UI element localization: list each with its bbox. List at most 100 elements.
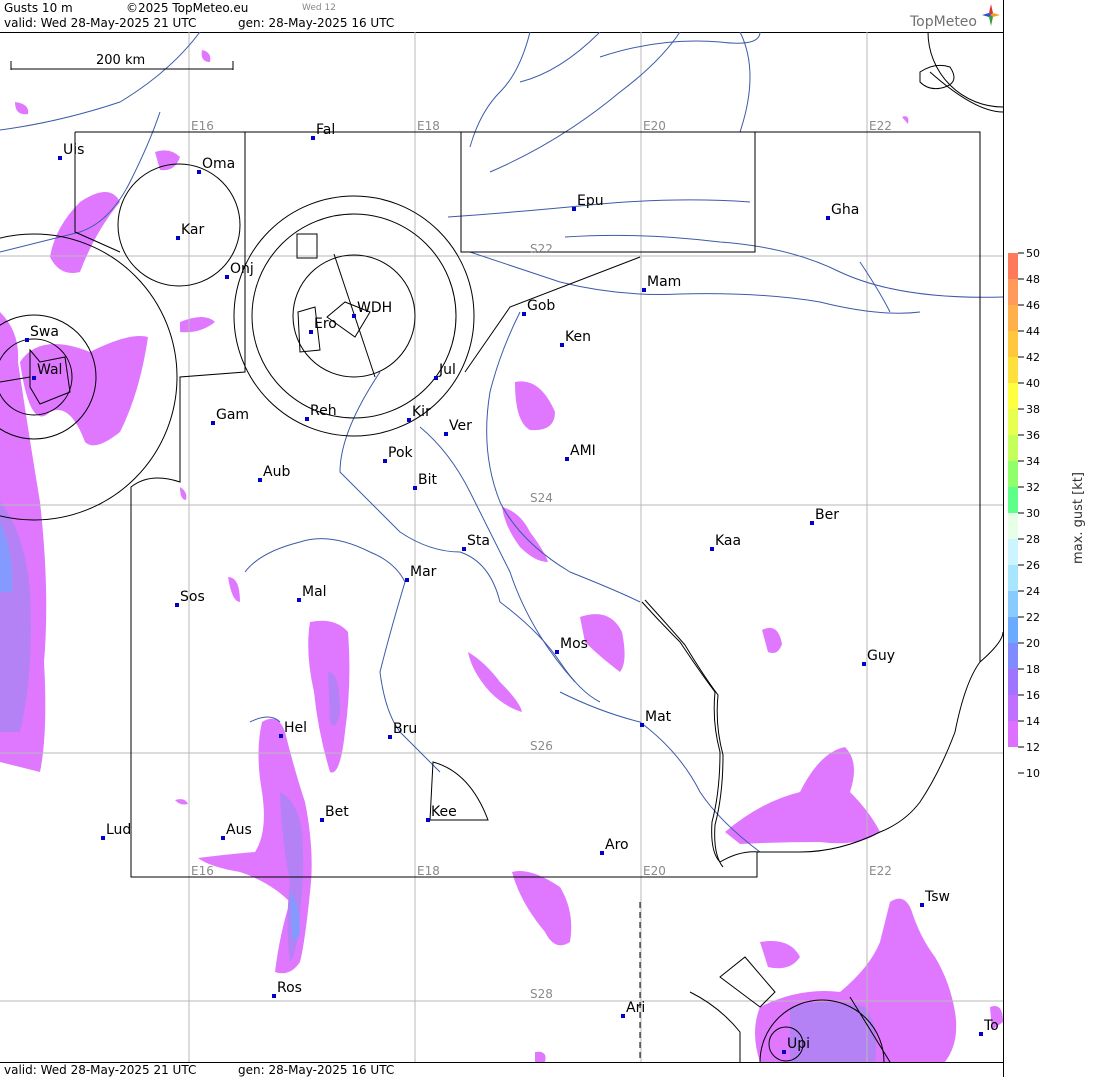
town-marker [462, 547, 466, 551]
town-label: Mar [410, 564, 437, 580]
lon-label-bottom: E20 [643, 864, 666, 878]
legend-tick-label: 14 [1026, 715, 1040, 728]
town-label: Lud [106, 822, 131, 838]
town-marker [320, 818, 324, 822]
town-label: Pok [388, 445, 414, 461]
legend-tick-label: 44 [1026, 325, 1040, 338]
town-label: Wal [37, 362, 62, 378]
copyright: ©2025 TopMeteo.eu [126, 1, 249, 15]
legend-panel: 50 48 46 44 42 40 38 36 34 32 30 28 26 24 22 20 18 16 14 12… [1003, 0, 1095, 1077]
town-label: Jul [438, 362, 456, 378]
town-marker [175, 603, 179, 607]
legend-tick-label: 42 [1026, 351, 1040, 364]
legend-swatch [1008, 669, 1018, 695]
lat-label: S26 [530, 739, 553, 753]
town-label: Mam [647, 274, 681, 290]
legend-tick-label: 26 [1026, 559, 1040, 572]
lat-lon-grid [0, 32, 1003, 1062]
town-marker [176, 236, 180, 240]
town-label: Aus [226, 822, 252, 838]
legend-tick-label: 22 [1026, 611, 1040, 624]
legend-swatch [1008, 513, 1018, 539]
footer-bar: valid: Wed 28-May-2025 21 UTC gen: 28-Ma… [0, 1062, 1003, 1078]
town-marker [413, 486, 417, 490]
town-marker [642, 288, 646, 292]
town-marker [279, 734, 283, 738]
legend-tick-label: 38 [1026, 403, 1040, 416]
town-label: WDH [357, 300, 392, 316]
legend-tick-label: 12 [1026, 741, 1040, 754]
legend-tick-label: 48 [1026, 273, 1040, 286]
forecast-map[interactable]: 200 km E16 E18 E20 E22 E16 E18 E20 E22 S22 S24 S26… [0, 32, 1003, 1062]
town-marker [407, 418, 411, 422]
scale-bar: 200 km [10, 53, 234, 70]
compass-star-icon [982, 4, 1000, 26]
town-marker [555, 650, 559, 654]
legend-swatch [1008, 435, 1018, 461]
town-marker [388, 735, 392, 739]
legend-swatch [1008, 617, 1018, 643]
legend-title: max. gust [kt] [1071, 472, 1086, 564]
town-marker [25, 338, 29, 342]
town-label: Guy [867, 648, 895, 664]
town-marker [862, 662, 866, 666]
town-label: Sta [467, 533, 490, 549]
lon-label-top: E20 [643, 119, 666, 133]
town-label: AMI [570, 443, 596, 459]
town-marker [101, 836, 105, 840]
place-markers: Uis Fal Oma Kar Onj Epu Gha Mam Gob WDH Ero Ken Swa W… [25, 122, 999, 1054]
town-marker [311, 136, 315, 140]
valid-time: valid: Wed 28-May-2025 21 UTC [4, 16, 197, 30]
legend-swatch [1008, 565, 1018, 591]
legend-tick-label: 24 [1026, 585, 1040, 598]
town-label: Bit [418, 472, 437, 488]
town-marker [305, 417, 309, 421]
legend-tick-label: 40 [1026, 377, 1040, 390]
town-label: Ver [449, 418, 472, 434]
town-marker [565, 457, 569, 461]
legend-tick-label: 32 [1026, 481, 1040, 494]
lat-label: S22 [530, 242, 553, 256]
town-marker [405, 578, 409, 582]
legend-tick-label: 28 [1026, 533, 1040, 546]
river-lines [0, 32, 1003, 853]
town-marker [710, 547, 714, 551]
lon-label-bottom: E22 [869, 864, 892, 878]
town-label: Tsw [924, 889, 950, 905]
town-marker [444, 432, 448, 436]
town-marker [211, 421, 215, 425]
legend-tick-label: 10 [1026, 767, 1040, 780]
town-label: Kee [431, 804, 457, 820]
town-marker [258, 478, 262, 482]
topmeteo-logo: TopMeteo [910, 14, 977, 30]
legend-swatch [1008, 747, 1018, 773]
legend-tick-label: 50 [1026, 247, 1040, 260]
town-label: Uis [63, 142, 84, 158]
town-label: Fal [316, 122, 335, 138]
town-marker [426, 818, 430, 822]
town-marker [197, 170, 201, 174]
town-marker [225, 275, 229, 279]
town-label: Hel [284, 720, 307, 736]
legend-tick-label: 16 [1026, 689, 1040, 702]
day-badge: Wed 12 [302, 3, 336, 13]
legend-swatch [1008, 383, 1018, 409]
lon-label-bottom: E16 [191, 864, 214, 878]
town-label: To [983, 1018, 999, 1034]
scale-label: 200 km [96, 53, 145, 68]
town-label: Mat [645, 709, 672, 725]
town-label: Sos [180, 589, 205, 605]
footer-gen-time: gen: 28-May-2025 16 UTC [238, 1063, 395, 1077]
town-label: Ken [565, 329, 591, 345]
town-label: Aro [605, 837, 629, 853]
legend-swatch [1008, 461, 1018, 487]
town-marker [32, 376, 36, 380]
legend-swatch [1008, 487, 1018, 513]
town-marker [560, 343, 564, 347]
town-marker [352, 314, 356, 318]
legend-swatch [1008, 253, 1018, 279]
town-label: Mos [560, 636, 588, 652]
town-label: Kaa [715, 533, 741, 549]
lon-label-top: E16 [191, 119, 214, 133]
legend-swatch [1008, 643, 1018, 669]
